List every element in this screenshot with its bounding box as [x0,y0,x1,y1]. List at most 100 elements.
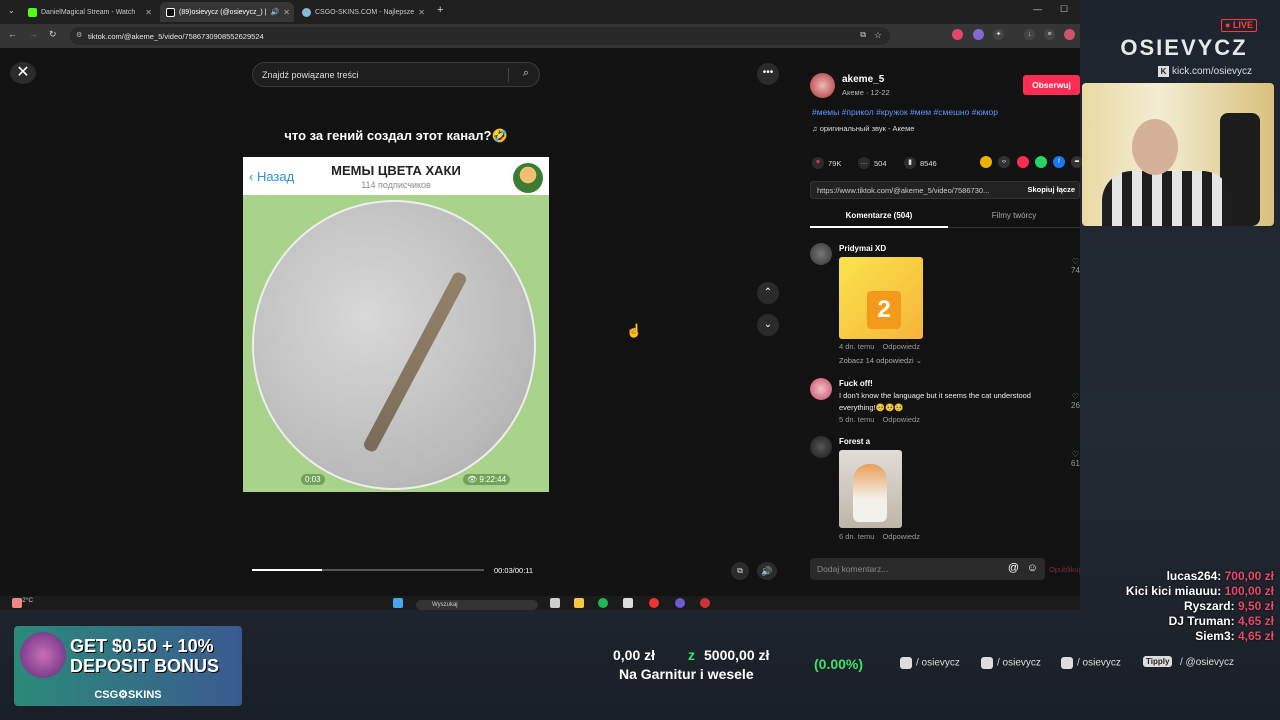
cast-icon[interactable]: ⧉ [860,30,866,40]
next-video-button[interactable]: ⌄ [757,314,779,336]
commenter-name[interactable]: Fuck off! [839,379,873,388]
comment-like[interactable]: ♡ 61 [1071,450,1080,468]
tab-creator-videos[interactable]: Filmy twórcy [948,211,1080,220]
close-tab-icon[interactable]: ✕ [418,8,425,17]
clip-views: 👁 9:22:44 [463,474,511,485]
more-options-button[interactable]: ••• [757,63,779,85]
comment-meta: 6 dn. temu Odpowiedz [839,532,920,541]
tab-label: CSGO-SKINS.COM - Najlepsze [315,8,415,16]
comment-count: 504 [874,158,887,168]
post-sound[interactable]: ♫ оригинальный звук - Акеме [812,124,914,133]
discord-icon[interactable] [675,598,685,608]
video-frame[interactable]: ‹ Назад МЕМЫ ЦВЕТА ХАКИ 114 подписчиков … [243,157,549,492]
follow-button[interactable]: Obserwuj [1023,75,1080,95]
post-hashtags[interactable]: #мемы #прикол #кружок #мем #смешно #юмор [812,107,998,117]
minimize-icon[interactable]: — [1033,4,1042,14]
related-search-text: Znajdź powiązane treści [262,69,359,80]
related-search-bar[interactable]: Znajdź powiązane treści ⌕ [252,62,540,87]
url-bar[interactable]: ⚙ tiktok.com/@akeme_5/video/758673090855… [70,27,890,45]
commenter-avatar[interactable] [810,378,832,400]
comment-like[interactable]: ♡ 26 [1071,392,1080,410]
donation-entry: lucas264: 700,00 zł [1167,569,1274,583]
comment-stat[interactable]: … 504 [858,157,887,169]
view-replies-button[interactable]: Zobacz 14 odpowiedzi ⌄ [839,356,922,365]
reply-button[interactable]: Odpowiedz [882,415,920,424]
taskbar-search[interactable]: Wyszukaj [416,600,538,610]
start-icon[interactable] [393,598,403,608]
whatsapp-icon[interactable] [1035,156,1047,168]
spotify-icon[interactable] [598,598,608,608]
hand-cursor-icon: ☝ [626,323,643,338]
reply-button[interactable]: Odpowiedz [882,342,920,351]
comment-sticker-image: 2 [839,257,923,339]
reply-button[interactable]: Odpowiedz [882,532,920,541]
previous-video-button[interactable]: ⌃ [757,282,779,304]
author-avatar[interactable] [810,73,835,98]
copy-link-button[interactable]: Skopiuj łącze [1027,185,1075,194]
emoji-icon[interactable]: ☺ [1027,562,1038,574]
video-progress-bar[interactable] [252,569,484,571]
commenter-name[interactable]: Forest a [839,437,870,446]
post-comment-button[interactable]: Opublikuj [1049,565,1080,574]
social-label: / @osievycz [1180,657,1235,668]
facebook-icon[interactable]: f [1053,156,1065,168]
streamer-brand: OSIEVYCZ [1120,35,1248,60]
comment-like[interactable]: ♡ 74 [1071,257,1080,275]
site-info-icon[interactable]: ⚙ [76,31,82,39]
commenter-avatar[interactable] [810,243,832,265]
extension-red-icon[interactable] [952,29,963,40]
tab-csgo-skins[interactable]: CSGO-SKINS.COM - Najlepsze ✕ [296,2,430,22]
tab-kick-stream[interactable]: DanielMagical Stream - Watch ✕ [22,2,158,22]
embed-icon[interactable]: ‹› [998,156,1010,168]
author-username[interactable]: akeme_5 [842,74,884,85]
coin-share-icon[interactable] [980,156,992,168]
author-subtitle: Акеме · 12-22 [842,88,890,97]
new-tab-button[interactable]: + [437,4,443,16]
picture-in-picture-button[interactable]: ⧉ [731,562,749,580]
back-icon[interactable]: ← [8,29,17,39]
donor-name: Ryszard: [1183,599,1235,613]
menu-list-icon[interactable]: ≡ [1044,29,1055,40]
comment-input[interactable]: Dodaj komentarz... @ ☺ [810,558,1045,580]
download-icon[interactable]: ↓ [1024,29,1035,40]
store-icon[interactable] [623,598,633,608]
donation-amount: 700,00 zł [1224,569,1274,583]
save-stat[interactable]: ▮ 8546 [904,157,937,169]
video-link-box[interactable]: https://www.tiktok.com/@akeme_5/video/75… [810,181,1080,199]
close-tab-icon[interactable]: ✕ [145,8,152,17]
app-icon[interactable] [700,598,710,608]
speaker-icon[interactable]: 🔊 [271,8,280,16]
reload-icon[interactable]: ↻ [49,29,57,40]
comment-input-placeholder: Dodaj komentarz... [817,564,889,574]
commenter-avatar[interactable] [810,436,832,458]
telegram-subscribers: 114 подписчиков [361,180,431,190]
tab-tiktok[interactable]: (89)osievycz (@osievycz_) | 🔊 ✕ [160,2,294,22]
social-label: / osievycz [916,657,960,669]
profile-avatar-icon[interactable] [1064,29,1075,40]
forward-icon[interactable]: → [29,29,38,39]
comment-like-count: 61 [1071,459,1080,468]
send-icon[interactable] [1017,156,1029,168]
extension-purple-icon[interactable] [973,29,984,40]
social-label: / osievycz [997,657,1041,669]
task-view-icon[interactable] [550,598,560,608]
close-tab-icon[interactable]: ✕ [283,8,290,17]
volume-button[interactable]: 🔊 [757,562,777,580]
close-video-button[interactable]: ✕ [10,62,36,84]
search-icon[interactable]: ⌕ [523,67,529,80]
file-explorer-icon[interactable] [574,598,584,608]
commenter-name[interactable]: Pridymai XD [839,244,886,253]
webcam-feed [1082,83,1274,226]
extensions-puzzle-icon[interactable]: ✦ [993,29,1004,40]
bookmark-star-icon[interactable]: ☆ [874,30,882,41]
comment-meta: 4 dn. temu Odpowiedz [839,342,920,351]
chrome-icon[interactable] [649,598,659,608]
windows-taskbar [0,596,1080,610]
like-stat[interactable]: ♥ 79K [812,157,841,169]
tipply-icon: Tipply [1143,656,1173,667]
tab-search-icon[interactable]: ⌄ [8,6,15,15]
tab-active-underline [810,226,948,228]
tab-comments[interactable]: Komentarze (504) [810,211,948,220]
mention-icon[interactable]: @ [1008,562,1019,574]
maximize-icon[interactable]: ☐ [1060,4,1068,15]
